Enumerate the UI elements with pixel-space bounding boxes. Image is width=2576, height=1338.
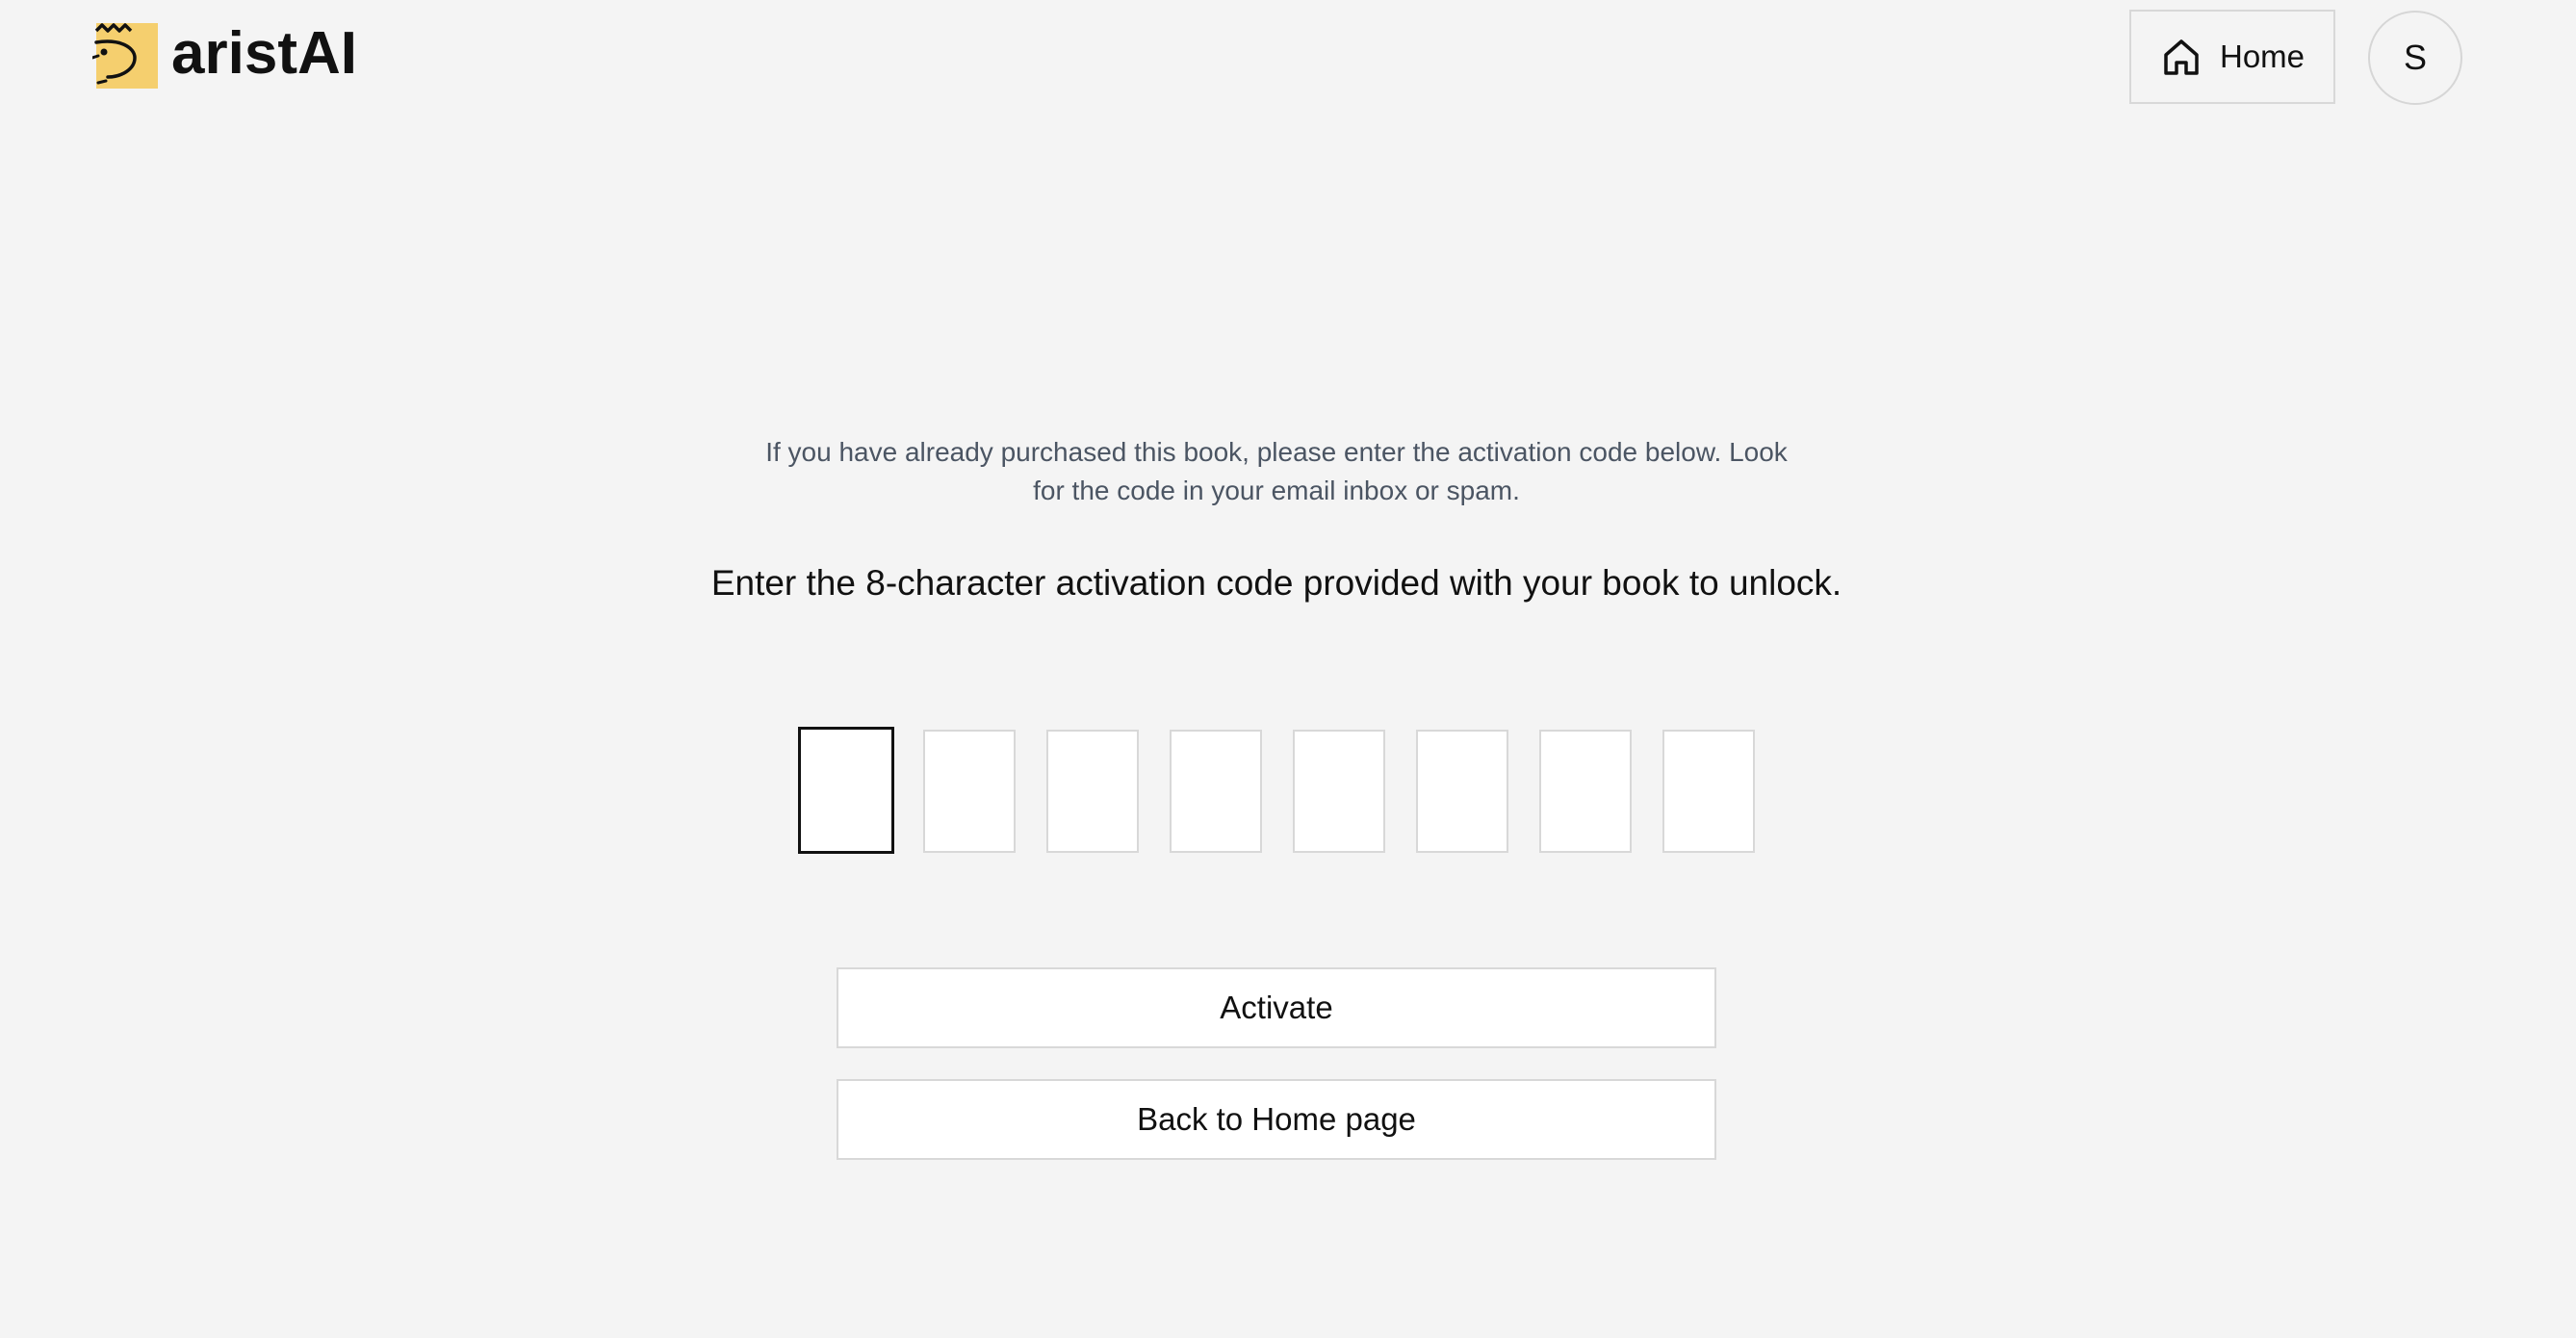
activate-button[interactable]: Activate bbox=[837, 967, 1716, 1048]
code-input-5[interactable] bbox=[1293, 730, 1385, 853]
code-input-7[interactable] bbox=[1539, 730, 1632, 853]
code-input-3[interactable] bbox=[1046, 730, 1139, 853]
code-input-4[interactable] bbox=[1170, 730, 1262, 853]
activation-instruction: Enter the 8-character activation code pr… bbox=[710, 563, 1842, 603]
header: aristAI Home S bbox=[0, 0, 2576, 116]
logo-text: aristAI bbox=[171, 20, 357, 87]
code-input-1[interactable] bbox=[798, 727, 894, 854]
code-input-6[interactable] bbox=[1416, 730, 1508, 853]
activation-info-text: If you have already purchased this book,… bbox=[765, 437, 1788, 505]
logo-icon bbox=[92, 23, 158, 89]
home-button[interactable]: Home bbox=[2129, 10, 2335, 104]
home-button-label: Home bbox=[2219, 39, 2306, 74]
code-input-8[interactable] bbox=[1662, 730, 1755, 853]
avatar[interactable]: S bbox=[2368, 11, 2462, 105]
logo[interactable]: aristAI bbox=[92, 23, 357, 89]
code-input-2[interactable] bbox=[923, 730, 1016, 853]
home-icon bbox=[2164, 39, 2199, 75]
back-to-home-button[interactable]: Back to Home page bbox=[837, 1079, 1716, 1160]
